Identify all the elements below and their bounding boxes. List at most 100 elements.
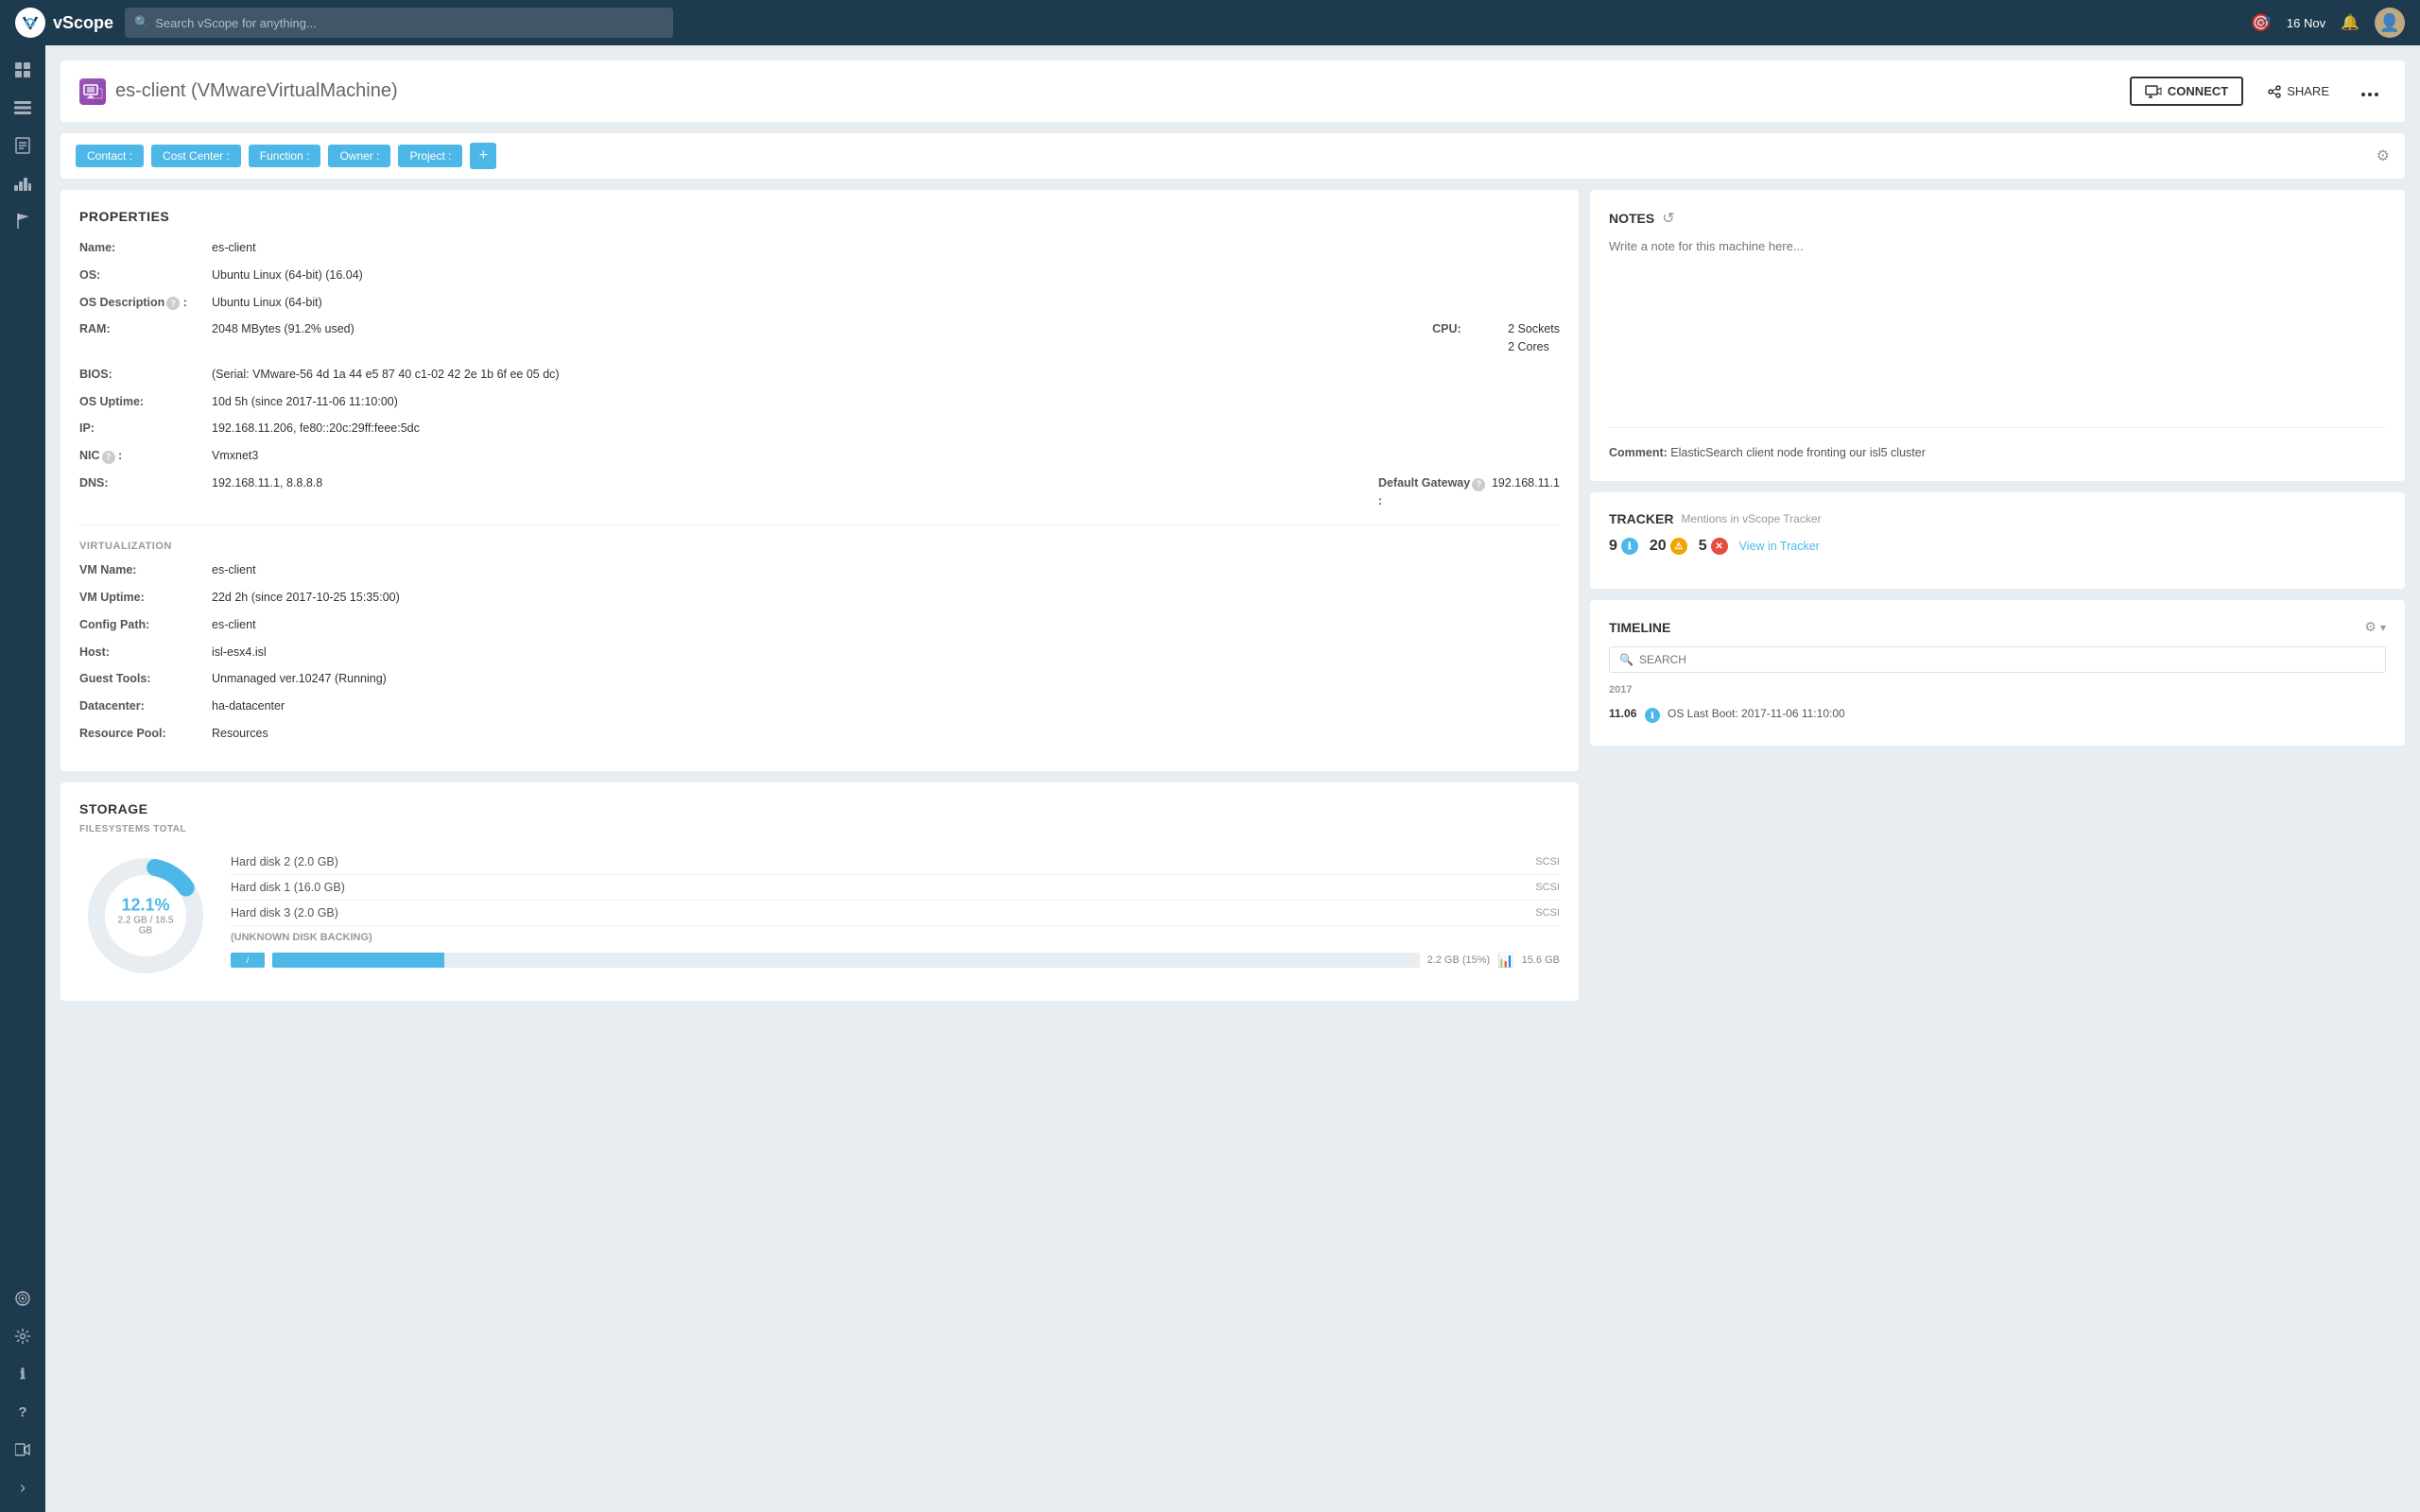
storage-title: STORAGE [79,801,1560,816]
tag-owner[interactable]: Owner : [328,145,390,167]
search-input[interactable] [155,16,664,30]
timeline-date: 11.06 [1609,707,1637,720]
section-divider [79,524,1560,525]
sidebar-bottom: ℹ ? › [6,1281,40,1504]
disk-bar-icon: 📊 [1497,953,1513,969]
disk-bar-fill [272,953,444,968]
share-button[interactable]: SHARE [2255,78,2342,104]
disk-item-1: Hard disk 2 (2.0 GB) SCSI [231,850,1560,875]
prop-datacenter: Datacenter: ha-datacenter [79,697,1560,715]
logo[interactable]: vScope [15,8,113,38]
prop-os: OS: Ubuntu Linux (64-bit) (16.04) [79,266,1560,284]
nav-right: 🎯 16 Nov 🔔 👤 [2250,8,2405,38]
device-name: es-client (VMwareVirtualMachine) [115,80,398,102]
sidebar-item-notes[interactable] [6,129,40,163]
virtualization-subtitle: VIRTUALIZATION [79,541,1560,552]
prop-guest-tools: Guest Tools: Unmanaged ver.10247 (Runnin… [79,670,1560,688]
tracker-badge-err: ✕ [1711,538,1728,555]
sidebar-item-radar[interactable] [6,1281,40,1315]
properties-title: PROPERTIES [79,209,1560,224]
nav-avatar[interactable]: 👤 [2375,8,2405,38]
donut-pct: 12.1% [112,895,179,915]
tags-bar: Contact : Cost Center : Function : Owner… [60,133,2405,179]
tracker-value-err: 5 [1699,538,1707,555]
tag-project[interactable]: Project : [398,145,462,167]
prop-dns-gateway: DNS: 192.168.11.1, 8.8.8.8 Default Gatew… [79,474,1560,510]
tags-gear-icon[interactable]: ⚙ [2377,146,2390,165]
sidebar-item-video[interactable] [6,1433,40,1467]
sidebar-item-settings[interactable] [6,1319,40,1353]
notes-header: NOTES ↺ [1609,209,2386,228]
os-desc-help-icon[interactable]: ? [166,297,180,310]
prop-nic: NIC? : Vmxnet3 [79,447,1560,465]
sidebar-item-chart[interactable] [6,166,40,200]
search-icon: 🔍 [134,15,149,30]
tag-add-button[interactable]: + [470,143,496,169]
left-column: PROPERTIES Name: es-client OS: Ubuntu Li… [60,190,1579,1001]
donut-sub: 2.2 GB / 18.5 GB [112,915,179,936]
tracker-value-warn: 20 [1650,538,1667,555]
right-column: NOTES ↺ Comment: ElasticSearch client no… [1590,190,2405,1001]
tag-function[interactable]: Function : [249,145,321,167]
sidebar-expand[interactable]: › [6,1470,40,1504]
main-content: es-client (VMwareVirtualMachine) CONNECT [45,45,2420,1512]
tracker-counts: 9 ℹ 20 ⚠ 5 ✕ View in Tracker [1609,538,2386,555]
sidebar-item-flag[interactable] [6,204,40,238]
timeline-chevron-icon[interactable]: ▾ [2380,621,2386,634]
disk-list: Hard disk 2 (2.0 GB) SCSI Hard disk 1 (1… [231,850,1560,969]
timeline-entry-1: 11.06 ℹ OS Last Boot: 2017-11-06 11:10:0… [1609,703,2386,727]
topnav: vScope 🔍 🎯 16 Nov 🔔 👤 [0,0,2420,45]
disk-item-2: Hard disk 1 (16.0 GB) SCSI [231,875,1560,901]
two-col-layout: PROPERTIES Name: es-client OS: Ubuntu Li… [60,190,2405,1001]
app-body: ℹ ? › [0,45,2420,1512]
view-tracker-link[interactable]: View in Tracker [1739,540,1820,553]
prop-resource-pool: Resource Pool: Resources [79,725,1560,743]
logo-text: vScope [53,13,113,33]
disk-path: / [231,953,265,968]
sidebar-item-table[interactable] [6,91,40,125]
prop-os-desc: OS Description? : Ubuntu Linux (64-bit) [79,294,1560,312]
tag-cost-center[interactable]: Cost Center : [151,145,241,167]
timeline-actions: ⚙ ▾ [2364,619,2386,635]
notes-textarea[interactable] [1609,239,2386,409]
timeline-card: TIMELINE ⚙ ▾ 🔍 2017 11.06 ℹ OS [1590,600,2405,746]
filesystems-label: FILESYSTEMS TOTAL [79,824,1560,834]
timeline-entry-icon: ℹ [1645,708,1660,723]
disk-pct: 2.2 GB (15%) [1427,954,1491,966]
search-bar[interactable]: 🔍 [125,8,673,38]
page-title: es-client (VMwareVirtualMachine) [79,78,398,105]
timeline-header: TIMELINE ⚙ ▾ [1609,619,2386,635]
nic-help-icon[interactable]: ? [102,451,115,464]
tracker-count-warn: 20 ⚠ [1650,538,1687,555]
more-menu-button[interactable] [2354,76,2386,107]
notes-undo-icon[interactable]: ↺ [1662,209,1674,228]
prop-uptime: OS Uptime: 10d 5h (since 2017-11-06 11:1… [79,393,1560,411]
timeline-search-icon: 🔍 [1619,653,1634,666]
prop-vm-name: VM Name: es-client [79,561,1560,579]
notes-comment: Comment: ElasticSearch client node front… [1609,427,2386,462]
tracker-badge-warn: ⚠ [1670,538,1687,555]
timeline-search[interactable]: 🔍 [1609,646,2386,673]
sidebar: ℹ ? › [0,45,45,1512]
tracker-value-info: 9 [1609,538,1617,555]
prop-host: Host: isl-esx4.isl [79,644,1560,662]
nav-bell-icon[interactable]: 🔔 [2341,13,2360,32]
prop-ram-cpu: RAM: 2048 MBytes (91.2% used) CPU: 2 Soc… [79,320,1560,356]
sidebar-item-grid[interactable] [6,53,40,87]
timeline-gear-icon[interactable]: ⚙ [2364,619,2377,635]
disk-unknown-label: (UNKNOWN DISK BACKING) [231,926,1560,949]
sidebar-item-info[interactable]: ℹ [6,1357,40,1391]
sidebar-item-help[interactable]: ? [6,1395,40,1429]
tracker-subtitle: Mentions in vScope Tracker [1681,512,1821,525]
timeline-search-input[interactable] [1639,653,2376,666]
logo-icon [15,8,45,38]
connect-button[interactable]: CONNECT [2130,77,2243,106]
notes-card: NOTES ↺ Comment: ElasticSearch client no… [1590,190,2405,481]
tracker-title: TRACKER [1609,511,1673,526]
tag-contact[interactable]: Contact : [76,145,144,167]
timeline-year: 2017 [1609,684,2386,696]
gw-help-icon[interactable]: ? [1472,478,1485,491]
prop-config-path: Config Path: es-client [79,616,1560,634]
donut-center: 12.1% 2.2 GB / 18.5 GB [112,895,179,936]
prop-ip: IP: 192.168.11.206, fe80::20c:29ff:feee:… [79,420,1560,438]
